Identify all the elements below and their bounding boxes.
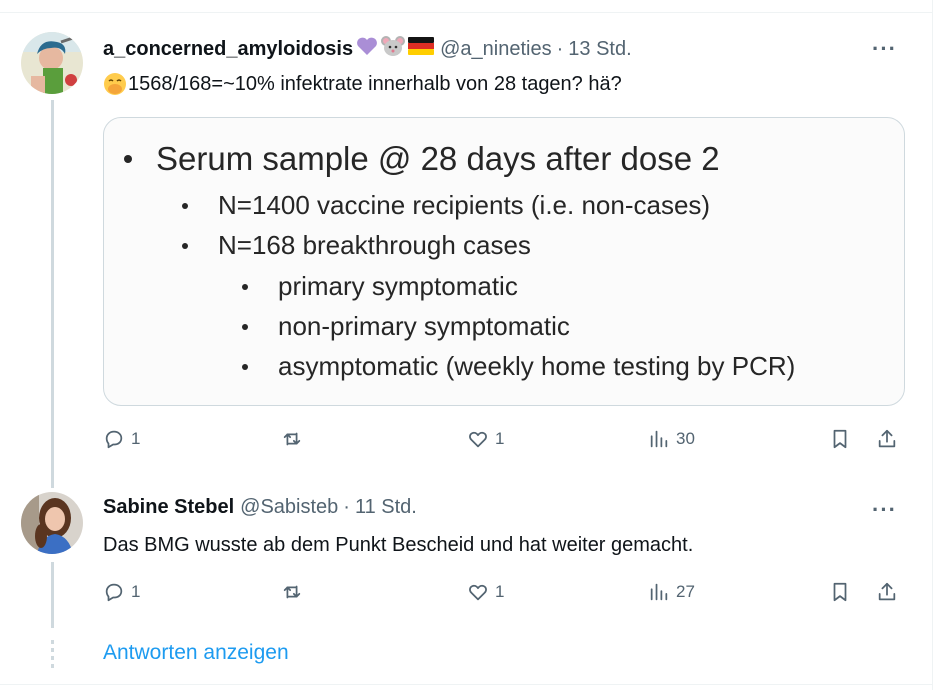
more-options-icon[interactable]: ···	[872, 497, 897, 523]
display-name[interactable]: Sabine Stebel	[103, 496, 234, 519]
tweet-actions: 1 1 30	[103, 428, 903, 454]
thread-continuation-dots	[51, 640, 54, 670]
tweet-text: 1568/168=~10% infektrate innerhalb von 2…	[103, 72, 622, 96]
share-button[interactable]	[876, 428, 898, 450]
separator-dot: ·	[343, 496, 350, 518]
name-badges	[356, 35, 435, 63]
thread-line	[51, 562, 54, 628]
like-count: 1	[495, 582, 505, 601]
show-replies-link[interactable]: Antworten anzeigen	[103, 641, 289, 665]
like-button[interactable]: 1	[467, 581, 504, 603]
bookmark-button[interactable]	[829, 581, 851, 603]
german-flag-icon	[408, 37, 435, 61]
reply-button[interactable]: 1	[103, 581, 140, 603]
repost-button[interactable]	[281, 428, 303, 450]
avatar[interactable]	[21, 32, 83, 94]
slide-bullet: N=168 breakthrough cases	[182, 230, 531, 261]
share-button[interactable]	[876, 581, 898, 603]
bullet-icon	[182, 242, 188, 249]
bullet-icon	[242, 363, 248, 370]
separator-dot: ·	[556, 37, 564, 60]
tweet-actions: 1 1 27	[103, 581, 903, 607]
purple-heart-icon	[356, 36, 378, 62]
slide-text: non-primary symptomatic	[278, 311, 570, 341]
view-count: 30	[676, 429, 695, 448]
tweet-text-content: Das BMG wusste ab dem Punkt Bescheid und…	[103, 534, 694, 556]
analytics-icon	[648, 581, 670, 603]
bookmark-icon	[829, 581, 851, 603]
user-handle[interactable]: @a_nineties	[440, 38, 551, 61]
tweet-header: a_concerned_amyloidosis @a_nineties · 13…	[103, 35, 632, 63]
reply-button[interactable]: 1	[103, 428, 140, 450]
attached-image[interactable]: Serum sample @ 28 days after dose 2 N=14…	[103, 117, 905, 406]
hand-over-mouth-emoji-icon	[103, 72, 127, 96]
repost-button[interactable]	[281, 581, 303, 603]
more-options-icon[interactable]: ···	[872, 36, 897, 62]
views-button[interactable]: 30	[648, 428, 695, 450]
heart-icon	[467, 581, 489, 603]
bookmark-button[interactable]	[829, 428, 851, 450]
slide-text: primary symptomatic	[278, 271, 518, 301]
mouse-icon	[380, 35, 406, 63]
repost-icon	[281, 581, 303, 603]
slide-bullet: N=1400 vaccine recipients (i.e. non-case…	[182, 190, 710, 221]
slide-bullet: non-primary symptomatic	[242, 311, 570, 342]
like-count: 1	[495, 429, 505, 448]
tweet-text-content: 1568/168=~10% infektrate innerhalb von 2…	[128, 72, 622, 95]
user-handle[interactable]: @Sabisteb	[240, 496, 338, 519]
tweet-text: Das BMG wusste ab dem Punkt Bescheid und…	[103, 534, 693, 557]
views-button[interactable]: 27	[648, 581, 695, 603]
reply-count: 1	[131, 582, 141, 601]
bullet-icon	[242, 283, 248, 290]
slide-bullet: primary symptomatic	[242, 271, 518, 302]
slide-bullet: Serum sample @ 28 days after dose 2	[124, 140, 720, 178]
analytics-icon	[648, 428, 670, 450]
share-icon	[876, 428, 898, 450]
view-count: 27	[676, 582, 695, 601]
slide-image: Serum sample @ 28 days after dose 2 N=14…	[104, 118, 904, 405]
bullet-icon	[182, 202, 188, 209]
slide-text: N=1400 vaccine recipients (i.e. non-case…	[218, 190, 711, 220]
slide-text: asymptomatic (weekly home testing by PCR…	[278, 351, 796, 381]
reply-icon	[103, 581, 125, 603]
timestamp[interactable]: 11 Std.	[355, 496, 417, 519]
display-name[interactable]: a_concerned_amyloidosis	[103, 38, 353, 61]
slide-bullet: asymptomatic (weekly home testing by PCR…	[242, 351, 795, 382]
slide-text: Serum sample @ 28 days after dose 2	[156, 140, 720, 177]
tweet-header: Sabine Stebel @Sabisteb · 11 Std.	[103, 496, 417, 519]
slide-text: N=168 breakthrough cases	[218, 230, 531, 260]
bullet-icon	[124, 155, 132, 163]
column-border	[932, 0, 933, 690]
reply-icon	[103, 428, 125, 450]
avatar[interactable]	[21, 492, 83, 554]
bookmark-icon	[829, 428, 851, 450]
share-icon	[876, 581, 898, 603]
timestamp[interactable]: 13 Std.	[568, 38, 631, 61]
bottom-divider	[0, 684, 933, 685]
thread-line	[51, 100, 54, 488]
heart-icon	[467, 428, 489, 450]
reply-count: 1	[131, 429, 141, 448]
repost-icon	[281, 428, 303, 450]
top-divider	[0, 12, 933, 13]
bullet-icon	[242, 323, 248, 330]
like-button[interactable]: 1	[467, 428, 504, 450]
